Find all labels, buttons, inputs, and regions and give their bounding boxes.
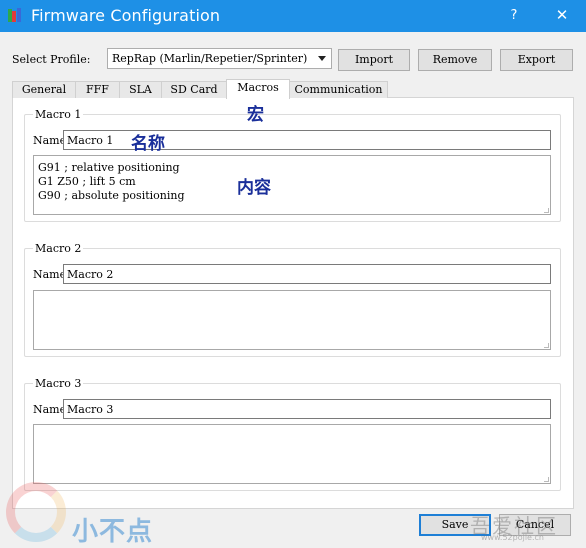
export-button[interactable]: Export [500, 49, 573, 71]
app-icon [8, 8, 22, 22]
annotation-name: 名称 [131, 134, 165, 154]
macro-name-input[interactable]: Macro 2 [63, 264, 551, 284]
macro-group-2: Macro 2 Name Macro 2 [24, 242, 561, 357]
watermark-logo [2, 478, 70, 546]
macro-content-textarea[interactable]: G91 ; relative positioning G1 Z50 ; lift… [33, 155, 551, 215]
resize-grip-icon[interactable] [544, 477, 549, 482]
watermark-url: www.52pojie.cn [481, 533, 544, 542]
watermark-text-left: 小不点 [72, 517, 154, 547]
macro-group-title: Macro 1 [33, 108, 84, 121]
profile-selected-value: RepRap (Marlin/Repetier/Sprinter) [112, 52, 308, 65]
annotation-macro: 宏 [247, 105, 264, 125]
macro-group-3: Macro 3 Name Macro 3 [24, 377, 561, 491]
resize-grip-icon[interactable] [544, 208, 549, 213]
title-bar: Firmware Configuration ? ✕ [0, 0, 586, 32]
window-title: Firmware Configuration [31, 6, 221, 25]
tab-sd-card[interactable]: SD Card [161, 81, 227, 98]
remove-button[interactable]: Remove [418, 49, 492, 71]
macro-group-title: Macro 2 [33, 242, 84, 255]
macro-content-textarea[interactable] [33, 290, 551, 350]
close-button[interactable]: ✕ [540, 0, 584, 32]
tab-macros[interactable]: Macros [226, 79, 290, 99]
macro-name-label: Name [33, 268, 67, 281]
macro-name-label: Name [33, 403, 67, 416]
macro-name-label: Name [33, 134, 67, 147]
tab-general[interactable]: General [12, 81, 76, 98]
select-profile-label: Select Profile: [12, 53, 91, 66]
import-button[interactable]: Import [338, 49, 410, 71]
chevron-down-icon [318, 56, 326, 61]
profile-dropdown[interactable]: RepRap (Marlin/Repetier/Sprinter) [107, 48, 332, 69]
tab-communication[interactable]: Communication [289, 81, 388, 98]
macro-group-title: Macro 3 [33, 377, 84, 390]
resize-grip-icon[interactable] [544, 343, 549, 348]
macro-content-textarea[interactable] [33, 424, 551, 484]
tab-sla[interactable]: SLA [119, 81, 162, 98]
annotation-content: 内容 [237, 178, 271, 198]
tab-fff[interactable]: FFF [75, 81, 120, 98]
macro-name-input[interactable]: Macro 3 [63, 399, 551, 419]
help-button[interactable]: ? [500, 0, 528, 32]
macro-group-1: Macro 1 Name Macro 1 G91 ; relative posi… [24, 108, 561, 222]
